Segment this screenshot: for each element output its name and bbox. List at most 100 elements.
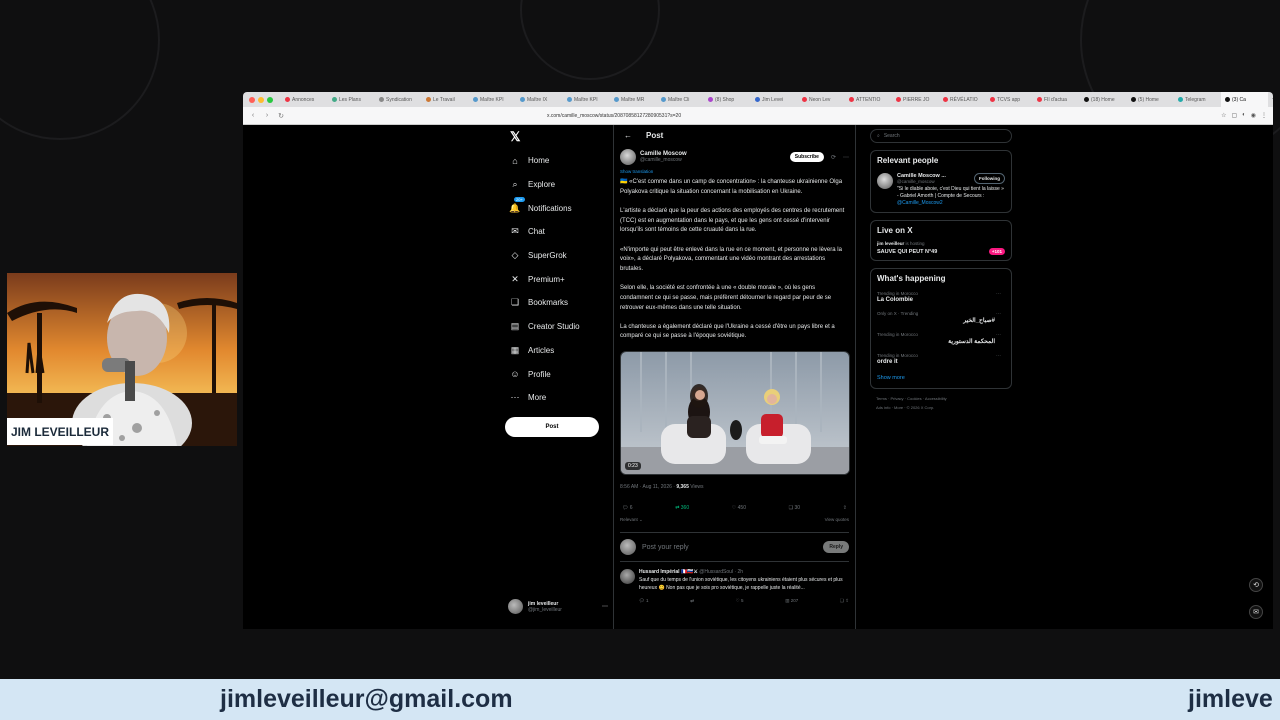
browser-tab[interactable]: (3) Ca xyxy=(1221,92,1268,107)
new-tab-button[interactable]: + xyxy=(1272,96,1273,103)
reply-item[interactable]: Hussard Impérial 🇫🇷🇷🇺⚔ @HussardSoul · 2h… xyxy=(620,569,849,604)
more-icon[interactable]: ⋯ xyxy=(996,332,1001,338)
avatar[interactable] xyxy=(877,173,893,189)
x-logo-icon[interactable]: 𝕏 xyxy=(510,129,615,149)
trend-item[interactable]: Trending in Morocco المحكمة الدستورية ⋯ xyxy=(877,332,1005,345)
repost-action[interactable]: ⇄ xyxy=(690,598,694,604)
reload-icon[interactable]: ↻ xyxy=(277,112,285,120)
sort-dropdown[interactable]: Relevant ⌄ xyxy=(620,517,643,523)
browser-tab[interactable]: Telegram xyxy=(1174,92,1221,107)
author-handle[interactable]: @camille_moscow xyxy=(640,157,687,163)
sidebar-item-supergrok[interactable]: ◇ SuperGrok xyxy=(505,244,615,268)
bookmark-star-icon[interactable]: ☆ xyxy=(1221,112,1226,119)
browser-tab[interactable]: TCVS app xyxy=(986,92,1033,107)
search-input[interactable]: ⌕ Search xyxy=(870,129,1012,143)
back-arrow-icon[interactable]: ← xyxy=(624,131,632,140)
browser-tab[interactable]: (18) Home xyxy=(1080,92,1127,107)
post-video[interactable]: 0:23 xyxy=(620,351,850,476)
reply-author-name[interactable]: Hussard Impérial 🇫🇷🇷🇺⚔ xyxy=(639,569,698,575)
sidebar-item-articles[interactable]: ▦ Articles xyxy=(505,339,615,363)
reply-input[interactable]: Post your reply xyxy=(642,544,817,551)
subscribe-button[interactable]: Subscribe xyxy=(789,152,824,162)
browser-tab[interactable]: Maître Cli xyxy=(657,92,704,107)
post-button[interactable]: Post xyxy=(505,416,599,437)
footer-line[interactable]: Terms · Privacy · Cookies · Accessibilit… xyxy=(876,394,1012,403)
browser-tab[interactable]: (8) Shop xyxy=(704,92,751,107)
profile-icon[interactable]: ◉ xyxy=(1251,112,1256,119)
sidebar-item-premium[interactable]: ✕ Premium+ xyxy=(505,267,615,291)
browser-tab[interactable]: Neon Lev xyxy=(798,92,845,107)
browser-tab[interactable]: RÉVÉLATIO xyxy=(939,92,986,107)
browser-tab[interactable]: Maître KPI xyxy=(563,92,610,107)
share-icon[interactable]: ⇪ xyxy=(843,505,847,511)
avatar[interactable] xyxy=(620,149,636,165)
more-icon[interactable]: ⋯ xyxy=(996,291,1001,297)
like-action[interactable]: ♡ 5 xyxy=(736,598,744,604)
browser-tab[interactable]: Les Plans xyxy=(328,92,375,107)
sidebar-item-notifications[interactable]: 20+ 🔔 Notifications xyxy=(505,196,615,220)
sidebar-item-home[interactable]: ⌂ Home xyxy=(505,149,615,173)
sidebar-item-creator-studio[interactable]: ▤ Creator Studio xyxy=(505,315,615,339)
messages-fab-icon[interactable]: ✉ xyxy=(1249,605,1263,619)
sidebar-item-profile[interactable]: ☺ Profile xyxy=(505,362,615,386)
trend-item[interactable]: Only on X · Trending صباح_الخير# ⋯ xyxy=(877,311,1005,324)
extension-icon[interactable]: ◐ xyxy=(1242,112,1246,119)
browser-tab[interactable]: Jim Levei xyxy=(751,92,798,107)
trend-item[interactable]: Trending in Morocco La Colombie ⋯ xyxy=(877,291,1005,303)
more-icon[interactable]: ⋯ xyxy=(996,311,1001,317)
browser-tab[interactable]: Le Travail xyxy=(422,92,469,107)
show-more-link[interactable]: Show more xyxy=(877,375,1005,381)
more-icon[interactable]: ⋯ xyxy=(843,154,849,161)
browser-tab[interactable]: Maître MR xyxy=(610,92,657,107)
tab-title: FIl d'actua xyxy=(1044,96,1067,103)
more-icon[interactable]: ⋯ xyxy=(602,603,608,610)
bio-link[interactable]: @Camille_Moscow2 xyxy=(897,200,943,206)
browser-tab[interactable]: ATTENTIO xyxy=(845,92,892,107)
browser-tab[interactable]: PIERRE JO xyxy=(892,92,939,107)
sidebar-item-explore[interactable]: ⌕ Explore xyxy=(505,173,615,197)
sidebar-item-bookmarks[interactable]: ❏ Bookmarks xyxy=(505,291,615,315)
views-action[interactable]: ▥ 207 xyxy=(785,598,798,604)
avatar[interactable] xyxy=(620,569,635,585)
reply-button[interactable]: Reply xyxy=(823,541,849,554)
more-icon[interactable]: ⋯ xyxy=(996,353,1001,359)
relevant-person[interactable]: Camille Moscow ... @camille_moscow Follo… xyxy=(877,173,1005,207)
like-action[interactable]: ♡ 450 xyxy=(732,505,746,511)
browser-tab[interactable]: Syndication xyxy=(375,92,422,107)
account-switcher[interactable]: jim leveilleur @jim_leveilleur ⋯ xyxy=(508,599,608,614)
minimize-window-button[interactable] xyxy=(258,96,264,103)
tab-title: (5) Home xyxy=(1138,96,1159,103)
maximize-window-button[interactable] xyxy=(267,96,273,103)
sidebar-item-label: Explore xyxy=(528,180,556,190)
view-quotes-link[interactable]: View quotes xyxy=(825,517,849,523)
window-controls xyxy=(249,96,273,103)
url-field[interactable]: x.com/camille_moscow/status/208708581272… xyxy=(547,113,1215,119)
sidebar-item-more[interactable]: ⋯ More xyxy=(505,386,615,410)
following-button[interactable]: Following xyxy=(974,173,1005,184)
browser-tab[interactable]: (5) Home xyxy=(1127,92,1174,107)
sidebar-item-chat[interactable]: ✉ Chat xyxy=(505,220,615,244)
extension-icon[interactable]: ▢ xyxy=(1231,112,1237,119)
bookmark-action[interactable]: ❏ 30 xyxy=(789,505,800,511)
browser-tab[interactable]: Annonces xyxy=(281,92,328,107)
forward-arrow-icon[interactable]: › xyxy=(263,112,271,119)
back-arrow-icon[interactable]: ‹ xyxy=(249,112,257,119)
reply-action[interactable]: 💬︎ 1 xyxy=(639,598,648,604)
browser-tab[interactable]: FIl d'actua xyxy=(1033,92,1080,107)
grok-icon[interactable]: ⟳ xyxy=(831,154,836,161)
tab-title: Jim Levei xyxy=(762,96,784,103)
grok-fab-icon[interactable]: ⟲ xyxy=(1249,578,1263,592)
show-translation-link[interactable]: Show translation xyxy=(620,169,849,174)
bookmark-count: 30 xyxy=(794,505,801,512)
bookmark-action[interactable]: ❏ ⇪ xyxy=(840,598,849,604)
live-space[interactable]: SAUVE QUI PEUT N°49 +101 xyxy=(877,248,1005,255)
repost-action[interactable]: ⇄ 360 xyxy=(675,505,689,511)
footer-line[interactable]: Ads info · More · © 2026 X Corp. xyxy=(876,403,1012,412)
trend-item[interactable]: Trending in Morocco ordre it ⋯ xyxy=(877,353,1005,365)
browser-tab[interactable]: Maître KPI xyxy=(469,92,516,107)
browser-tab[interactable]: Maître IX xyxy=(516,92,563,107)
reply-action[interactable]: 💬︎ 6 xyxy=(622,505,633,511)
close-window-button[interactable] xyxy=(249,96,255,103)
menu-icon[interactable]: ⋮ xyxy=(1261,112,1267,119)
articles-icon: ▦ xyxy=(510,344,520,355)
